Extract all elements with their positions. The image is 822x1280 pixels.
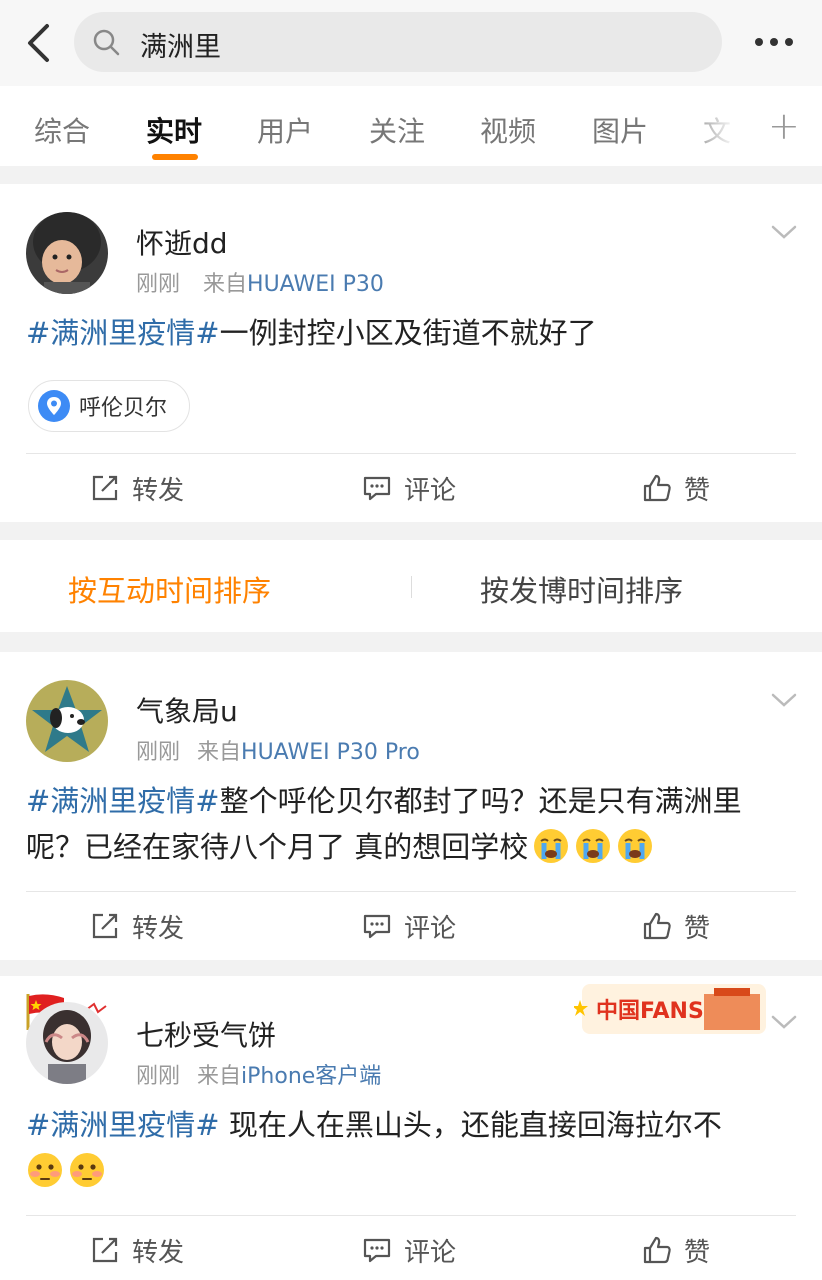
repost-icon bbox=[92, 475, 118, 501]
comment-button[interactable]: 评论 bbox=[362, 892, 456, 960]
post-actions: 转发 评论 赞 bbox=[0, 1216, 822, 1280]
search-input[interactable]: 满洲里 bbox=[74, 12, 722, 72]
comment-label: 评论 bbox=[404, 913, 457, 944]
like-button[interactable]: 赞 bbox=[642, 454, 710, 522]
top-bar: 满洲里 bbox=[0, 0, 822, 86]
post-meta: 刚刚 来自iPhone客户端 bbox=[136, 1058, 381, 1090]
tab-fade bbox=[680, 86, 750, 166]
fans-badge-icon: 中国FANS bbox=[572, 984, 766, 1034]
comment-button[interactable]: 评论 bbox=[362, 1216, 456, 1280]
location-pin-icon bbox=[38, 390, 70, 422]
active-tab-indicator bbox=[152, 154, 198, 160]
like-button[interactable]: 赞 bbox=[642, 1216, 710, 1280]
fans-badge[interactable]: 中国FANS bbox=[572, 976, 770, 1040]
repost-label: 转发 bbox=[132, 475, 185, 506]
repost-button[interactable]: 转发 bbox=[90, 892, 184, 960]
sort-bar: 按互动时间排序 按发博时间排序 bbox=[0, 540, 822, 632]
post-source[interactable]: HUAWEI P30 bbox=[247, 272, 384, 297]
post-card: 七秒受气饼 刚刚 来自iPhone客户端 中国FANS #满洲里疫情# 现在人在… bbox=[0, 976, 822, 1280]
hashtag-link[interactable]: #满洲里疫情# bbox=[26, 1108, 220, 1142]
avatar[interactable] bbox=[26, 212, 108, 294]
chevron-down-icon[interactable] bbox=[770, 222, 798, 242]
username[interactable]: 怀逝dd bbox=[136, 222, 228, 262]
like-label: 赞 bbox=[684, 475, 711, 506]
post-source[interactable]: HUAWEI P30 Pro bbox=[241, 740, 420, 765]
hashtag-link[interactable]: #满洲里疫情# bbox=[26, 316, 220, 350]
repost-label: 转发 bbox=[132, 913, 185, 944]
like-icon bbox=[643, 474, 671, 502]
crying-emoji-icon bbox=[618, 829, 653, 863]
like-label: 赞 bbox=[684, 1237, 711, 1268]
search-icon bbox=[93, 29, 120, 56]
chevron-down-icon[interactable] bbox=[770, 690, 798, 710]
username[interactable]: 气象局u bbox=[136, 690, 238, 730]
location-label: 呼伦贝尔 bbox=[79, 396, 168, 421]
post-body: 一例封控小区及街道不就好了 bbox=[219, 316, 597, 350]
comment-icon bbox=[363, 914, 391, 939]
comment-icon bbox=[363, 476, 391, 501]
post-source[interactable]: iPhone客户端 bbox=[241, 1064, 381, 1089]
post-card: 怀逝dd 刚刚 来自HUAWEI P30 #满洲里疫情#一例封控小区及街道不就好… bbox=[0, 184, 822, 522]
fans-badge-text: 中国FANS bbox=[596, 999, 704, 1024]
comment-icon bbox=[363, 1238, 391, 1263]
like-button[interactable]: 赞 bbox=[642, 892, 710, 960]
flushed-emoji-icon bbox=[28, 1153, 62, 1187]
post-meta: 刚刚 来自HUAWEI P30 Pro bbox=[136, 734, 420, 766]
post-time: 刚刚 bbox=[136, 1064, 181, 1089]
repost-icon bbox=[92, 1237, 118, 1263]
sort-separator bbox=[411, 576, 412, 598]
tab-images[interactable]: 图片 bbox=[592, 110, 648, 150]
tab-users[interactable]: 用户 bbox=[257, 110, 313, 150]
from-label: 来自 bbox=[197, 740, 242, 765]
crying-emoji-icon bbox=[534, 829, 569, 863]
comment-label: 评论 bbox=[404, 1237, 457, 1268]
post-time: 刚刚 bbox=[136, 272, 181, 297]
more-button[interactable] bbox=[748, 24, 800, 60]
post-text: #满洲里疫情#一例封控小区及街道不就好了 bbox=[26, 310, 796, 356]
avatar[interactable] bbox=[26, 1002, 108, 1084]
repost-label: 转发 bbox=[132, 1237, 185, 1268]
like-label: 赞 bbox=[684, 913, 711, 944]
post-actions: 转发 评论 赞 bbox=[0, 892, 822, 960]
repost-button[interactable]: 转发 bbox=[90, 1216, 184, 1280]
repost-button[interactable]: 转发 bbox=[90, 454, 184, 522]
back-button[interactable] bbox=[18, 20, 58, 66]
flushed-emoji-icon bbox=[70, 1153, 104, 1187]
location-chip[interactable]: 呼伦贝尔 bbox=[28, 380, 190, 432]
like-icon bbox=[643, 1236, 671, 1264]
comment-label: 评论 bbox=[404, 475, 457, 506]
post-meta: 刚刚 来自HUAWEI P30 bbox=[136, 266, 384, 298]
sort-by-interaction[interactable]: 按互动时间排序 bbox=[68, 568, 271, 610]
crying-emoji-icon bbox=[576, 829, 611, 863]
tab-videos[interactable]: 视频 bbox=[480, 110, 536, 150]
tab-following[interactable]: 关注 bbox=[369, 110, 425, 150]
post-card: 气象局u 刚刚 来自HUAWEI P30 Pro #满洲里疫情#整个呼伦贝尔都封… bbox=[0, 652, 822, 960]
comment-button[interactable]: 评论 bbox=[362, 454, 456, 522]
back-icon bbox=[28, 24, 49, 62]
add-tab-button[interactable]: + bbox=[768, 104, 800, 148]
post-body: 现在人在黑山头，还能直接回海拉尔不 bbox=[219, 1108, 722, 1142]
username[interactable]: 七秒受气饼 bbox=[136, 1014, 276, 1054]
post-time: 刚刚 bbox=[136, 740, 181, 765]
post-actions: 转发 评论 赞 bbox=[0, 454, 822, 522]
chevron-down-icon[interactable] bbox=[770, 1012, 798, 1032]
tab-realtime[interactable]: 实时 bbox=[146, 110, 202, 150]
hashtag-link[interactable]: #满洲里疫情# bbox=[26, 784, 220, 818]
avatar[interactable] bbox=[26, 680, 108, 762]
sort-by-posted[interactable]: 按发博时间排序 bbox=[480, 568, 683, 610]
more-icon bbox=[755, 38, 763, 46]
tab-bar: 综合 实时 用户 关注 视频 图片 文 + bbox=[0, 86, 822, 166]
search-query: 满洲里 bbox=[140, 32, 221, 63]
post-text: #满洲里疫情#整个呼伦贝尔都封了吗？还是只有满洲里呢？已经在家待八个月了 真的想… bbox=[26, 778, 796, 870]
repost-icon bbox=[92, 913, 118, 939]
post-text: #满洲里疫情# 现在人在黑山头，还能直接回海拉尔不 bbox=[26, 1102, 796, 1194]
from-label: 来自 bbox=[197, 1064, 242, 1089]
from-label: 来自 bbox=[203, 272, 248, 297]
tab-comprehensive[interactable]: 综合 bbox=[34, 110, 90, 150]
like-icon bbox=[643, 912, 671, 940]
